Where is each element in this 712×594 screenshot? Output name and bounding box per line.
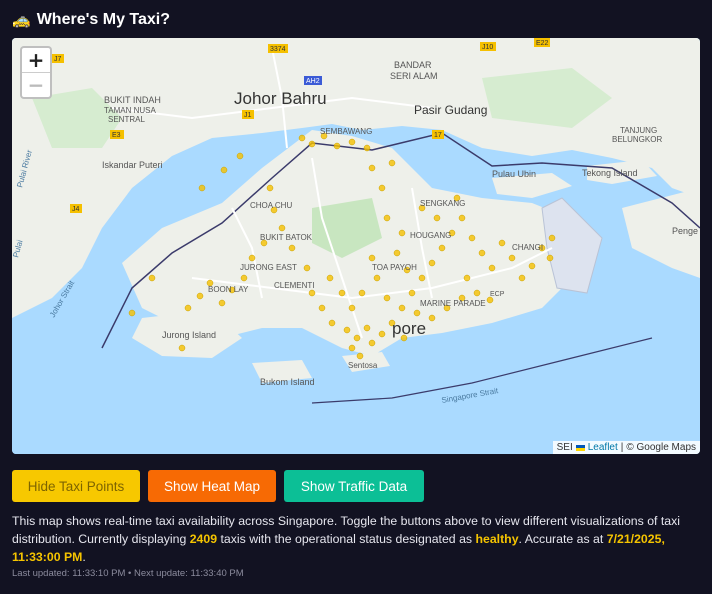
label-sembawang: SEMBAWANG	[320, 127, 372, 136]
label-hougang: HOUGANG	[410, 231, 451, 240]
shield-17: 17	[434, 132, 442, 139]
hide-taxi-points-button[interactable]: Hide Taxi Points	[12, 470, 140, 502]
label-clementi: CLEMENTI	[274, 281, 314, 290]
shield-j4: J4	[72, 206, 80, 213]
shield-ah2: AH2	[306, 78, 320, 85]
label-sentosa: Sentosa	[348, 361, 378, 370]
leaflet-link[interactable]: Leaflet	[588, 442, 618, 453]
description-text-3: . Accurate as at	[518, 532, 607, 546]
label-choa-chu-kang: CHOA CHU	[250, 201, 292, 210]
status-value: healthy	[475, 532, 519, 546]
label-belungkor: BELUNGKOR	[612, 135, 662, 144]
map-canvas[interactable]: Johor Bahru BANDAR SERI ALAM Pasir Gudan…	[12, 38, 700, 454]
description-text-2: taxis with the operational status design…	[217, 532, 476, 546]
taxi-icon: 🚕	[12, 11, 31, 29]
label-johor-bahru: Johor Bahru	[234, 89, 327, 108]
show-traffic-data-button[interactable]: Show Traffic Data	[284, 470, 424, 502]
label-bandar: BANDAR	[394, 60, 432, 70]
label-toa-payoh: TOA PAYOH	[372, 263, 417, 272]
attribution-sep: SEI	[556, 442, 573, 453]
label-sengkang: SENGKANG	[420, 199, 465, 208]
label-bukit-indah: BUKIT INDAH	[104, 95, 161, 105]
shield-e22: E22	[536, 40, 549, 47]
label-jurong-east: JURONG EAST	[240, 263, 297, 272]
label-iskandar-puteri: Iskandar Puteri	[102, 160, 163, 170]
label-tekong: Tekong Island	[582, 168, 638, 178]
page-title: Where's My Taxi?	[36, 11, 171, 28]
label-pulau-ubin: Pulau Ubin	[492, 169, 536, 179]
shield-3374: 3374	[270, 46, 286, 53]
shield-j7: J7	[54, 56, 62, 63]
label-tanjung: TANJUNG	[620, 126, 657, 135]
map-view[interactable]: Johor Bahru BANDAR SERI ALAM Pasir Gudan…	[12, 38, 700, 454]
shield-j1: J1	[244, 112, 252, 119]
label-taman-nusa: TAMAN NUSA	[104, 106, 157, 115]
label-bukit-batok: BUKIT BATOK	[260, 233, 313, 242]
control-buttons: Hide Taxi Points Show Heat Map Show Traf…	[12, 470, 424, 502]
attribution-divider: |	[620, 442, 624, 453]
map-description: This map shows real-time taxi availabili…	[12, 512, 700, 566]
label-marine-parade: MARINE PARADE	[420, 299, 486, 308]
map-attribution: SEI Leaflet | © Google Maps	[552, 441, 700, 454]
app-header: 🚕 Where's My Taxi?	[12, 9, 170, 31]
label-ecp: ECP	[490, 291, 505, 298]
label-singapore: pore	[392, 319, 426, 338]
label-bukom-island: Bukom Island	[260, 377, 315, 387]
zoom-in-button[interactable]: +	[22, 48, 50, 72]
show-heat-map-button[interactable]: Show Heat Map	[148, 470, 276, 502]
taxi-count: 2409	[189, 532, 218, 546]
label-changi: CHANGI	[512, 243, 543, 252]
label-sentral: SENTRAL	[108, 115, 145, 124]
label-seri-alam: SERI ALAM	[390, 71, 438, 81]
zoom-out-button[interactable]: −	[22, 72, 50, 97]
update-status: Last updated: 11:33:10 PM • Next update:…	[12, 568, 244, 579]
label-boon-lay: BOON LAY	[208, 285, 249, 294]
label-pasir-gudang: Pasir Gudang	[414, 103, 487, 117]
google-maps-credit: © Google Maps	[626, 442, 696, 453]
description-text-4: .	[82, 550, 86, 564]
zoom-control: + −	[20, 46, 52, 99]
shield-j10: J10	[482, 44, 493, 51]
shield-e3: E3	[112, 132, 121, 139]
ukraine-flag-icon	[575, 444, 585, 451]
label-jurong-island: Jurong Island	[162, 330, 216, 340]
label-pengerang: Penge	[672, 226, 698, 236]
